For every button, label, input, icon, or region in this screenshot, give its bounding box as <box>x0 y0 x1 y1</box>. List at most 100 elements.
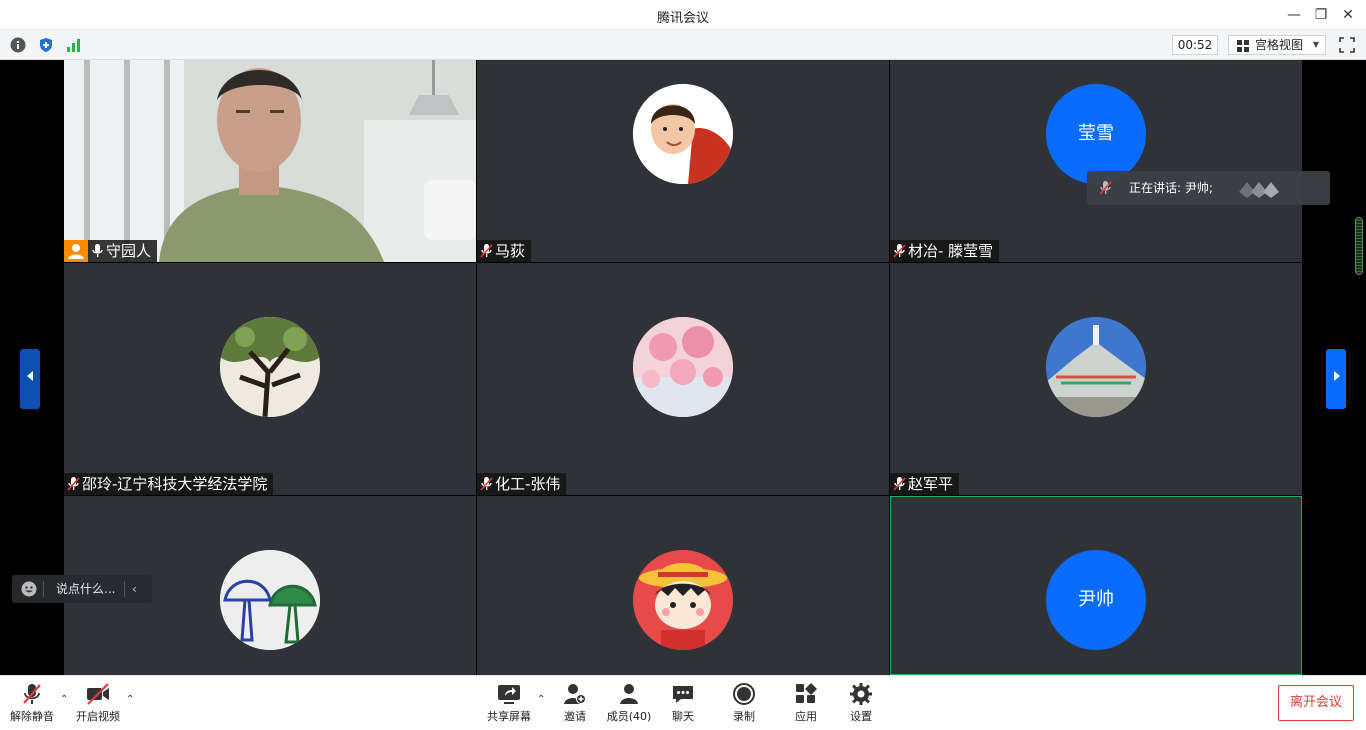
participant-name: 守园人 <box>106 242 152 260</box>
quick-chat-input[interactable]: 说点什么... ‹ <box>12 575 152 603</box>
gear-icon <box>850 683 872 705</box>
participant-name: 邵玲-辽宁科技大学经法学院 <box>82 475 268 493</box>
video-tile-zhangwei[interactable]: 化工-张伟 <box>477 263 889 495</box>
divider <box>43 581 44 597</box>
invite-button[interactable]: 邀请 <box>556 682 594 728</box>
apps-button[interactable]: 应用 <box>787 682 825 728</box>
view-label: 宫格视图 <box>1255 38 1304 52</box>
participant-nametag: 化工-张伟 <box>477 473 567 495</box>
participant-nametag: 守园人 <box>88 240 158 262</box>
record-icon <box>733 683 755 705</box>
avatar <box>633 84 733 184</box>
previous-page-button[interactable] <box>20 349 40 409</box>
restore-button[interactable]: ❐ <box>1310 4 1332 26</box>
emoji-icon[interactable] <box>21 581 37 597</box>
apps-label: 应用 <box>795 710 817 723</box>
camera-feed-image <box>64 60 476 262</box>
microphone-muted-icon <box>893 477 906 491</box>
microphone-muted-icon <box>23 684 41 704</box>
info-icon[interactable] <box>10 37 26 53</box>
chat-label: 聊天 <box>672 710 694 723</box>
meeting-window: 腾讯会议 — ❐ ✕ 00:52 宫格视图 ▼ 守园人 马荻 莹雪 材冶- 滕莹… <box>0 0 1366 730</box>
unmute-label: 解除静音 <box>10 710 54 723</box>
speaking-avatars-icon <box>1239 182 1279 198</box>
luffy-avatar-image <box>633 550 733 650</box>
avatar <box>220 317 320 417</box>
share-screen-button[interactable]: 共享屏幕 <box>483 682 535 728</box>
security-shield-icon[interactable] <box>38 37 54 53</box>
minimize-button[interactable]: — <box>1283 4 1305 26</box>
microphone-muted-icon <box>1099 181 1112 195</box>
microphone-muted-icon <box>893 244 906 258</box>
signal-strength-icon[interactable] <box>66 37 82 53</box>
settings-button[interactable]: 设置 <box>842 682 880 728</box>
video-grid: 守园人 马荻 莹雪 材冶- 滕莹雪 邵玲-辽宁科技大学经法学院 化工-张伟 赵军… <box>0 60 1366 675</box>
fullscreen-icon[interactable] <box>1339 37 1355 53</box>
start-video-label: 开启视频 <box>76 710 120 723</box>
avatar <box>633 550 733 650</box>
camera-off-icon <box>87 683 109 705</box>
divider <box>124 581 125 597</box>
members-icon <box>620 684 638 704</box>
video-tile-madi[interactable]: 马荻 <box>477 60 889 262</box>
participant-name: 化工-张伟 <box>495 475 561 493</box>
next-page-button[interactable] <box>1326 349 1346 409</box>
share-screen-label: 共享屏幕 <box>487 710 531 723</box>
participant-nametag: 赵军平 <box>890 473 960 495</box>
video-tile-shouyuanren[interactable]: 守园人 <box>64 60 476 262</box>
start-video-button[interactable]: 开启视频 <box>72 682 124 728</box>
chat-bubble-icon <box>673 686 693 703</box>
chevron-left-icon[interactable]: ‹ <box>132 575 137 603</box>
mushroom-avatar-image <box>220 550 320 650</box>
landscape-avatar-image <box>1046 317 1146 417</box>
microphone-icon <box>92 244 103 257</box>
video-tile-cartoon-avatar[interactable] <box>477 496 889 675</box>
chevron-left-icon <box>27 371 33 381</box>
cartoon-avatar-image <box>633 84 733 184</box>
user-icon <box>68 244 84 259</box>
microphone-muted-icon <box>480 244 493 258</box>
apps-grid-icon <box>796 683 817 703</box>
avatar: 尹帅 <box>1046 550 1146 650</box>
avatar <box>633 317 733 417</box>
video-tile-shaoling[interactable]: 邵玲-辽宁科技大学经法学院 <box>64 263 476 495</box>
meeting-info-bar: 00:52 宫格视图 ▼ <box>0 30 1366 60</box>
chevron-down-icon: ▼ <box>1312 40 1319 49</box>
add-user-icon <box>564 684 586 704</box>
grid-scrollbar[interactable] <box>1355 217 1363 275</box>
speaking-label: 正在讲话: 尹帅; <box>1129 181 1213 195</box>
audio-options-chevron-up-icon[interactable]: ⌃ <box>60 694 68 705</box>
members-label: 成员(40) <box>606 710 652 723</box>
share-screen-icon <box>498 685 520 704</box>
members-button[interactable]: 成员(40) <box>604 682 654 728</box>
participant-name: 材冶- 滕莹雪 <box>908 242 994 260</box>
chat-placeholder: 说点什么... <box>56 582 116 596</box>
microphone-muted-icon <box>67 477 80 491</box>
avatar <box>1046 317 1146 417</box>
video-tile-zhaojunping[interactable]: 赵军平 <box>890 263 1302 495</box>
record-button[interactable]: 录制 <box>725 682 763 728</box>
speaking-indicator: 正在讲话: 尹帅; <box>1087 171 1330 205</box>
microphone-muted-icon <box>480 477 493 491</box>
leave-meeting-button[interactable]: 离开会议 <box>1278 685 1354 721</box>
share-options-chevron-up-icon[interactable]: ⌃ <box>537 694 545 705</box>
grid-view-dropdown[interactable]: 宫格视图 ▼ <box>1228 35 1326 55</box>
close-button[interactable]: ✕ <box>1337 4 1359 26</box>
window-title: 腾讯会议 <box>656 11 709 26</box>
participant-name: 赵军平 <box>908 475 954 493</box>
cherry-blossom-avatar-image <box>633 317 733 417</box>
avatar: 莹雪 <box>1046 84 1146 184</box>
avatar <box>220 550 320 650</box>
video-options-chevron-up-icon[interactable]: ⌃ <box>126 694 134 705</box>
grid-view-icon <box>1237 40 1249 52</box>
meeting-timer: 00:52 <box>1172 35 1218 55</box>
settings-label: 设置 <box>850 710 872 723</box>
participant-nametag: 邵玲-辽宁科技大学经法学院 <box>64 473 274 495</box>
unmute-button[interactable]: 解除静音 <box>8 682 56 728</box>
record-label: 录制 <box>733 710 755 723</box>
chat-button[interactable]: 聊天 <box>664 682 702 728</box>
chevron-right-icon <box>1334 371 1340 381</box>
video-tile-yinshuai[interactable]: 尹帅 <box>890 496 1302 675</box>
participant-nametag: 马荻 <box>477 240 532 262</box>
video-tile-tengyingxue[interactable]: 莹雪 材冶- 滕莹雪 <box>890 60 1302 262</box>
